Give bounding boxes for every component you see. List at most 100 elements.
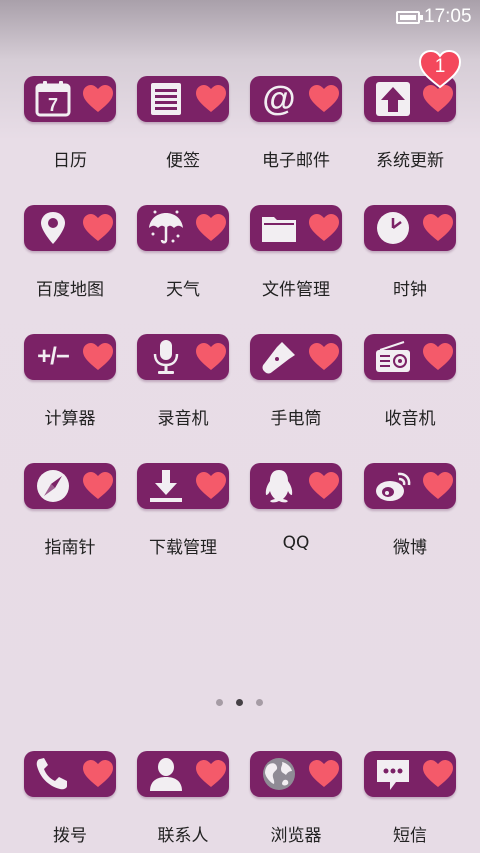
app-compass[interactable]: 指南针 [24, 463, 137, 573]
app-qq[interactable]: QQ [250, 463, 363, 573]
app-tile[interactable] [364, 205, 456, 251]
heart-icon [83, 85, 113, 112]
app-download-manager[interactable]: 下载管理 [137, 463, 250, 573]
app-label: 手电筒 [270, 409, 322, 429]
app-tile[interactable]: +/− [24, 334, 116, 380]
dock-app-messages[interactable]: 短信 [364, 751, 477, 853]
app-tile[interactable] [137, 334, 229, 380]
dock-app-browser[interactable]: 浏览器 [250, 751, 363, 853]
update-arrow-icon [374, 81, 412, 117]
notification-badge: 1 [418, 49, 462, 89]
app-file-manager[interactable]: 文件管理 [250, 205, 363, 315]
app-label: 计算器 [44, 409, 96, 429]
phone-icon [34, 756, 72, 792]
heart-icon [423, 472, 453, 499]
app-radio[interactable]: 收音机 [364, 334, 477, 444]
app-label: 时钟 [393, 280, 427, 300]
radio-icon [374, 339, 412, 375]
heart-icon [309, 472, 339, 499]
heart-icon [196, 472, 226, 499]
heart-icon [309, 85, 339, 112]
heart-icon [423, 85, 453, 112]
app-tile[interactable] [24, 463, 116, 509]
download-icon [147, 468, 185, 504]
app-label: 微博 [393, 538, 427, 558]
app-clock[interactable]: 时钟 [364, 205, 477, 315]
folder-icon [260, 210, 298, 246]
app-tile[interactable] [250, 463, 342, 509]
heart-icon [196, 214, 226, 241]
heart-icon [423, 214, 453, 241]
map-pin-icon [34, 210, 72, 246]
app-tile[interactable] [137, 76, 229, 122]
clock-icon [374, 210, 412, 246]
page-indicator [214, 699, 266, 709]
heart-icon [196, 760, 226, 787]
app-label: 拨号 [53, 826, 87, 846]
heart-icon [83, 760, 113, 787]
heart-icon [309, 343, 339, 370]
app-label: 下载管理 [149, 538, 217, 558]
app-tile[interactable]: @ [250, 76, 342, 122]
app-label: 短信 [393, 826, 427, 846]
app-email[interactable]: @ 电子邮件 [250, 76, 363, 186]
app-label: 便签 [166, 151, 200, 171]
calendar-icon: 7 [34, 81, 72, 117]
app-flashlight[interactable]: 手电筒 [250, 334, 363, 444]
app-label: 联系人 [157, 826, 209, 846]
app-tile[interactable] [364, 751, 456, 797]
status-clock: 17:05 [424, 6, 472, 27]
app-tile[interactable] [250, 334, 342, 380]
page-dot-active [236, 699, 243, 706]
app-label: 浏览器 [270, 826, 322, 846]
weibo-icon [374, 468, 412, 504]
app-label: 收音机 [384, 409, 436, 429]
dock-app-dialer[interactable]: 拨号 [24, 751, 137, 853]
app-tile[interactable] [364, 334, 456, 380]
app-tile[interactable] [250, 751, 342, 797]
page-dot [256, 699, 263, 706]
app-label: 指南针 [44, 538, 96, 558]
flashlight-icon [260, 339, 298, 375]
heart-icon [83, 343, 113, 370]
app-label: 文件管理 [262, 280, 330, 300]
contact-icon [147, 756, 185, 792]
app-tile[interactable] [24, 751, 116, 797]
page-dot [216, 699, 223, 706]
app-tile[interactable] [364, 463, 456, 509]
battery-icon [396, 11, 423, 24]
app-label: 百度地图 [36, 280, 104, 300]
heart-icon [309, 214, 339, 241]
dock-app-contacts[interactable]: 联系人 [137, 751, 250, 853]
message-icon [374, 756, 412, 792]
app-weibo[interactable]: 微博 [364, 463, 477, 573]
email-icon: @ [262, 80, 296, 118]
app-notes[interactable]: 便签 [137, 76, 250, 186]
heart-icon [196, 343, 226, 370]
app-label: 天气 [166, 280, 200, 300]
app-weather[interactable]: 天气 [137, 205, 250, 315]
app-calendar[interactable]: 7 日历 [24, 76, 137, 186]
app-tile[interactable]: 7 [24, 76, 116, 122]
app-system-update[interactable]: 1 系统更新 [364, 49, 477, 186]
app-tile[interactable] [137, 463, 229, 509]
microphone-icon [147, 339, 185, 375]
app-calculator[interactable]: +/− 计算器 [24, 334, 137, 444]
svg-text:7: 7 [48, 95, 58, 115]
umbrella-icon [147, 210, 185, 246]
app-tile[interactable] [250, 205, 342, 251]
calculator-icon: +/− [37, 343, 70, 370]
heart-icon [423, 760, 453, 787]
app-tile[interactable] [137, 751, 229, 797]
heart-icon [309, 760, 339, 787]
heart-icon [83, 472, 113, 499]
globe-icon [260, 756, 298, 792]
app-baidu-map[interactable]: 百度地图 [24, 205, 137, 315]
status-bar: 17:05 [0, 0, 480, 36]
badge-count: 1 [434, 56, 446, 77]
app-label: 录音机 [157, 409, 209, 429]
app-tile[interactable] [137, 205, 229, 251]
app-recorder[interactable]: 录音机 [137, 334, 250, 444]
app-label: QQ [282, 533, 310, 553]
app-tile[interactable] [24, 205, 116, 251]
